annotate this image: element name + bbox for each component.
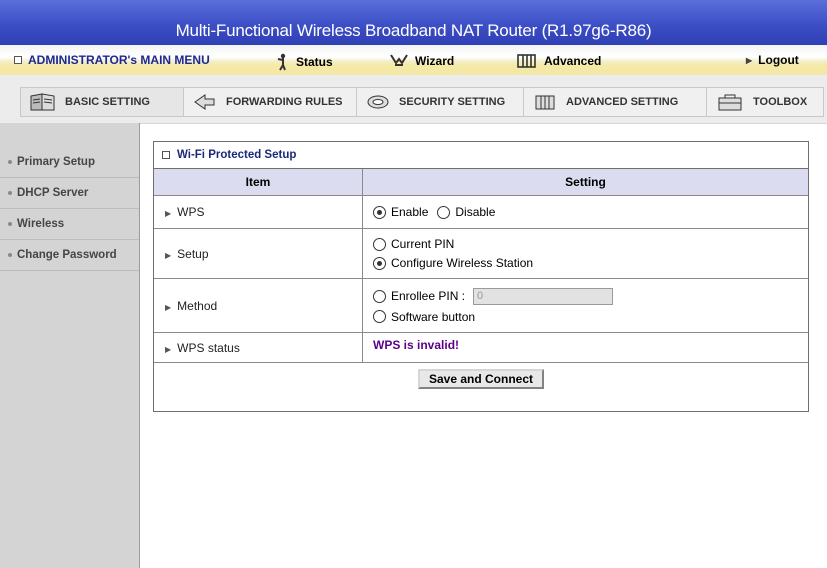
wps-status-cell: WPS is invalid! [362,332,808,363]
tab-basic-setting-label: BASIC SETTING [65,96,150,108]
row-label-setup: ▶ Setup [154,228,363,279]
sidebar-item-change-password[interactable]: Change Password [0,240,139,271]
table-row-setup: ▶ Setup Current PIN Configure Wireless St… [154,228,808,279]
tab-advanced-setting-label: ADVANCED SETTING [566,96,679,108]
triangle-right-icon: ▶ [165,344,172,354]
sidebar-item-wireless[interactable]: Wireless [0,209,139,240]
wizard-menu-link[interactable]: Wizard [389,53,454,69]
column-header-item: Item [154,169,363,196]
tab-security-setting-label: SECURITY SETTING [399,96,506,108]
tab-strip: BASIC SETTING FORWARDING RULES SECURITY … [20,87,824,117]
gears-icon [535,95,555,110]
logout-link[interactable]: ▶ Logout [746,53,799,67]
enrollee-pin-radio[interactable] [373,289,386,303]
bullet-icon [8,253,12,257]
sidebar-item-dhcp-server[interactable]: DHCP Server [0,178,139,209]
wps-disable-radio[interactable] [437,205,451,219]
tab-basic-setting[interactable]: BASIC SETTING [20,87,183,117]
book-icon [30,93,55,111]
column-header-setting: Setting [362,169,808,196]
wps-enable-radio[interactable] [373,205,386,219]
current-pin-label: Current PIN [391,237,455,251]
bullet-icon [8,191,12,195]
setup-setting-cell: Current PIN Configure Wireless Station [362,228,808,279]
advanced-book-icon [517,54,536,68]
software-button-radio[interactable] [373,310,386,323]
arrows-icon [194,94,215,110]
row-label-wps: ▶ WPS [154,195,363,229]
wps-panel: Wi-Fi Protected Setup Item Setting ▶ WPS … [153,141,809,412]
table-header-row: Item Setting [154,169,808,196]
shield-icon [367,95,389,109]
bullet-icon [8,160,12,164]
admin-main-menu-label: ADMINISTRATOR's MAIN MENU [28,53,210,67]
admin-main-menu-link[interactable]: ADMINISTRATOR's MAIN MENU [14,53,210,67]
toolbox-icon [718,94,742,111]
configure-station-radio[interactable] [373,256,386,270]
panel-header: Wi-Fi Protected Setup [154,142,808,169]
row-label-method: ▶ Method [154,278,363,333]
page-title: Multi-Functional Wireless Broadband NAT … [175,21,652,40]
bullet-icon [8,222,12,226]
wps-setting-cell: Enable Disable [362,195,808,229]
table-row-wps: ▶ WPS Enable Disable [154,195,808,229]
status-menu-label: Status [296,55,333,69]
configure-station-label: Configure Wireless Station [391,256,534,270]
sidebar-item-label: DHCP Server [17,187,89,199]
wizard-icon [390,54,408,66]
row-label-wps-status: ▶ WPS status [154,332,363,363]
square-bullet-icon [14,56,22,64]
logout-label: Logout [758,53,799,67]
sidebar: Primary Setup DHCP Server Wireless Chang… [0,123,140,568]
current-pin-radio[interactable] [373,237,386,251]
advanced-menu-label: Advanced [544,54,602,68]
setup-label: Setup [177,246,209,261]
wizard-menu-label: Wizard [415,54,455,68]
tab-toolbox-label: TOOLBOX [753,96,808,108]
advanced-menu-link[interactable]: Advanced [516,53,601,69]
actions-cell: Save and Connect [154,363,808,395]
method-label: Method [177,298,218,313]
save-and-connect-button[interactable]: Save and Connect [417,368,545,389]
triangle-right-icon: ▶ [165,250,172,260]
triangle-right-icon: ▶ [165,302,172,312]
title-bar: Multi-Functional Wireless Broadband NAT … [0,0,827,45]
table-row-method: ▶ Method Enrollee PIN : Software button [154,278,808,333]
tab-advanced-setting[interactable]: ADVANCED SETTING [523,87,706,117]
wps-settings-table: Item Setting ▶ WPS Enable Disable ▶ Setup … [154,169,808,395]
triangle-right-icon: ▶ [165,209,172,218]
tab-forwarding-rules-label: FORWARDING RULES [226,96,343,108]
software-button-label: Software button [391,309,476,324]
sidebar-item-primary-setup[interactable]: Primary Setup [0,147,139,178]
status-figure-icon [277,53,286,71]
tab-toolbox[interactable]: TOOLBOX [706,87,824,117]
section-tab-bar: BASIC SETTING FORWARDING RULES SECURITY … [0,75,827,124]
method-setting-cell: Enrollee PIN : Software button [362,278,808,333]
tab-security-setting[interactable]: SECURITY SETTING [356,87,523,117]
sidebar-item-label: Change Password [17,249,117,261]
sidebar-item-label: Primary Setup [17,156,95,168]
table-row-actions: Save and Connect [154,363,808,395]
triangle-right-icon: ▶ [746,55,753,65]
panel-title: Wi-Fi Protected Setup [177,149,297,161]
square-bullet-icon [162,151,170,159]
status-menu-link[interactable]: Status [272,53,333,71]
enrollee-pin-input[interactable] [473,287,614,305]
wps-status-label: WPS status [177,340,240,355]
wps-status-value: WPS is invalid! [373,338,460,352]
table-row-wps-status: ▶ WPS status WPS is invalid! [154,332,808,363]
wps-disable-label: Disable [455,205,496,219]
wps-enable-label: Enable [391,205,429,219]
tab-forwarding-rules[interactable]: FORWARDING RULES [183,87,356,117]
sidebar-item-label: Wireless [17,218,65,230]
main-menu-bar: ADMINISTRATOR's MAIN MENU Status Wizard … [0,45,827,75]
wps-label: WPS [177,205,205,219]
enrollee-pin-label: Enrollee PIN : [391,289,466,303]
